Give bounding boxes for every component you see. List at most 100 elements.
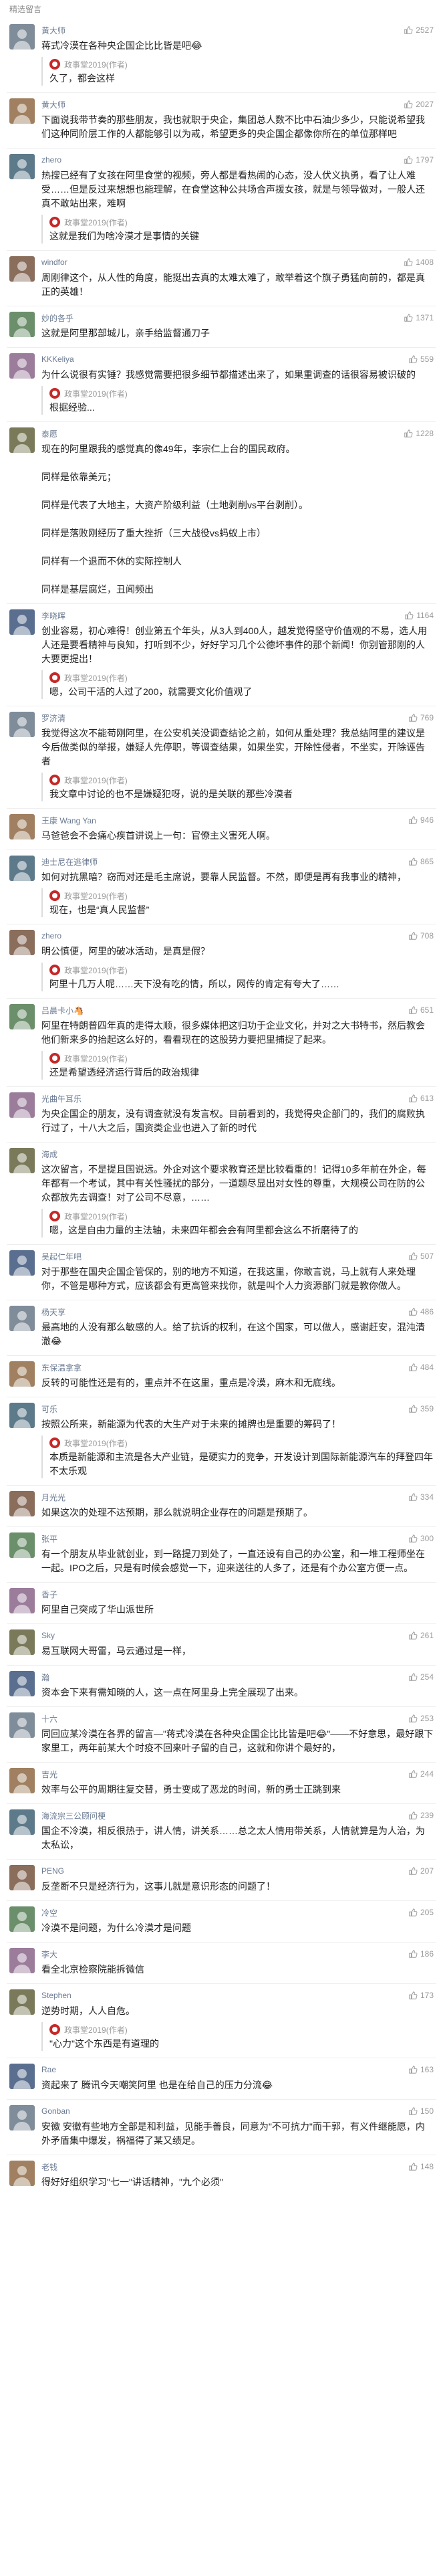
- avatar[interactable]: [9, 609, 35, 635]
- like-button[interactable]: 651: [408, 1005, 434, 1015]
- like-button[interactable]: 1371: [404, 313, 434, 322]
- commenter-name[interactable]: zhero: [41, 931, 61, 940]
- commenter-name[interactable]: 泰愿: [41, 428, 57, 439]
- like-button[interactable]: 507: [408, 1252, 434, 1261]
- like-button[interactable]: 1408: [404, 258, 434, 267]
- commenter-name[interactable]: 王康 Wang Yan: [41, 815, 96, 826]
- like-button[interactable]: 359: [408, 1404, 434, 1413]
- like-button[interactable]: 559: [408, 355, 434, 364]
- avatar[interactable]: [9, 1865, 35, 1890]
- like-button[interactable]: 261: [408, 1631, 434, 1640]
- commenter-name[interactable]: 香子: [41, 1589, 57, 1600]
- like-button[interactable]: 1797: [404, 155, 434, 165]
- like-button[interactable]: 2027: [404, 100, 434, 109]
- avatar[interactable]: [9, 2161, 35, 2186]
- like-button[interactable]: 300: [408, 1534, 434, 1543]
- commenter-name[interactable]: 黄大师: [41, 99, 65, 110]
- avatar[interactable]: [9, 312, 35, 337]
- commenter-name[interactable]: 光曲午耳乐: [41, 1093, 82, 1104]
- commenter-name[interactable]: 吕晨卡小🐴: [41, 1005, 84, 1016]
- like-button[interactable]: 1164: [404, 611, 434, 620]
- avatar[interactable]: [9, 1989, 35, 2015]
- like-button[interactable]: 484: [408, 1363, 434, 1372]
- avatar[interactable]: [9, 1532, 35, 1558]
- commenter-name[interactable]: 李晓晖: [41, 610, 65, 621]
- like-button[interactable]: 173: [408, 1991, 434, 2000]
- avatar[interactable]: [9, 1250, 35, 1276]
- like-button[interactable]: 239: [408, 1811, 434, 1820]
- commenter-name[interactable]: 海成: [41, 1149, 57, 1160]
- commenter-name[interactable]: Sky: [41, 1631, 55, 1640]
- avatar[interactable]: [9, 1712, 35, 1738]
- like-button[interactable]: 186: [408, 1949, 434, 1959]
- avatar[interactable]: [9, 1809, 35, 1835]
- like-button[interactable]: 334: [408, 1492, 434, 1502]
- commenter-name[interactable]: 迪士尼在逃律师: [41, 856, 98, 868]
- like-button[interactable]: 253: [408, 1714, 434, 1723]
- commenter-name[interactable]: 罗济清: [41, 712, 65, 724]
- commenter-name[interactable]: Rae: [41, 2065, 56, 2074]
- commenter-name[interactable]: 杨天享: [41, 1306, 65, 1318]
- commenter-name[interactable]: 黄大师: [41, 25, 65, 36]
- commenter-name[interactable]: 月光光: [41, 1492, 65, 1503]
- avatar[interactable]: [9, 1671, 35, 1696]
- like-button[interactable]: 2527: [404, 25, 434, 35]
- commenter-name[interactable]: 十六: [41, 1713, 57, 1724]
- like-button[interactable]: 163: [408, 2065, 434, 2074]
- commenter-name[interactable]: 老钱: [41, 2161, 57, 2173]
- like-button[interactable]: 254: [408, 1672, 434, 1682]
- commenter-name[interactable]: 张平: [41, 1533, 57, 1545]
- avatar[interactable]: [9, 256, 35, 282]
- avatar[interactable]: [9, 1629, 35, 1655]
- avatar[interactable]: [9, 1403, 35, 1428]
- avatar[interactable]: [9, 1306, 35, 1331]
- avatar[interactable]: [9, 1361, 35, 1387]
- like-button[interactable]: 1228: [404, 429, 434, 438]
- like-button[interactable]: 207: [408, 1866, 434, 1876]
- commenter-name[interactable]: KKKeliya: [41, 355, 74, 364]
- like-button[interactable]: 708: [408, 931, 434, 940]
- commenter-name[interactable]: 吴起仁年吧: [41, 1251, 82, 1262]
- avatar[interactable]: [9, 1588, 35, 1613]
- avatar[interactable]: [9, 1148, 35, 1173]
- commenter-name[interactable]: 冷空: [41, 1907, 57, 1918]
- avatar[interactable]: [9, 1092, 35, 1118]
- avatar[interactable]: [9, 1491, 35, 1516]
- like-button[interactable]: 205: [408, 1908, 434, 1917]
- avatar[interactable]: [9, 856, 35, 881]
- commenter-name[interactable]: Gonban: [41, 2106, 70, 2116]
- commenter-name[interactable]: 瀚: [41, 1672, 49, 1683]
- like-button[interactable]: 946: [408, 815, 434, 825]
- commenter-name[interactable]: 可乐: [41, 1403, 57, 1415]
- like-button[interactable]: 769: [408, 713, 434, 722]
- avatar[interactable]: [9, 2064, 35, 2089]
- commenter-name[interactable]: 吉光: [41, 1769, 57, 1780]
- avatar[interactable]: [9, 353, 35, 379]
- like-button[interactable]: 150: [408, 2106, 434, 2116]
- commenter-name[interactable]: windfor: [41, 258, 67, 267]
- commenter-name[interactable]: 海流宗三公顾问梗: [41, 1810, 106, 1821]
- commenter-name[interactable]: 李大: [41, 1949, 57, 1960]
- avatar[interactable]: [9, 712, 35, 737]
- commenter-name[interactable]: 妙的各乎: [41, 312, 73, 324]
- like-button[interactable]: 486: [408, 1307, 434, 1316]
- commenter-name[interactable]: Stephen: [41, 1991, 71, 2000]
- avatar[interactable]: [9, 154, 35, 179]
- like-button[interactable]: 148: [408, 2162, 434, 2171]
- like-button[interactable]: 244: [408, 1769, 434, 1779]
- avatar[interactable]: [9, 1906, 35, 1932]
- commenter-name[interactable]: PENG: [41, 1866, 64, 1876]
- avatar[interactable]: [9, 1768, 35, 1793]
- like-button[interactable]: 613: [408, 1094, 434, 1103]
- avatar[interactable]: [9, 1004, 35, 1029]
- avatar[interactable]: [9, 814, 35, 839]
- avatar[interactable]: [9, 1948, 35, 1973]
- avatar[interactable]: [9, 2105, 35, 2131]
- avatar[interactable]: [9, 24, 35, 49]
- avatar[interactable]: [9, 930, 35, 955]
- avatar[interactable]: [9, 98, 35, 124]
- avatar[interactable]: [9, 427, 35, 453]
- commenter-name[interactable]: 东保温拿拿: [41, 1362, 82, 1373]
- commenter-name[interactable]: zhero: [41, 155, 61, 165]
- like-button[interactable]: 865: [408, 857, 434, 866]
